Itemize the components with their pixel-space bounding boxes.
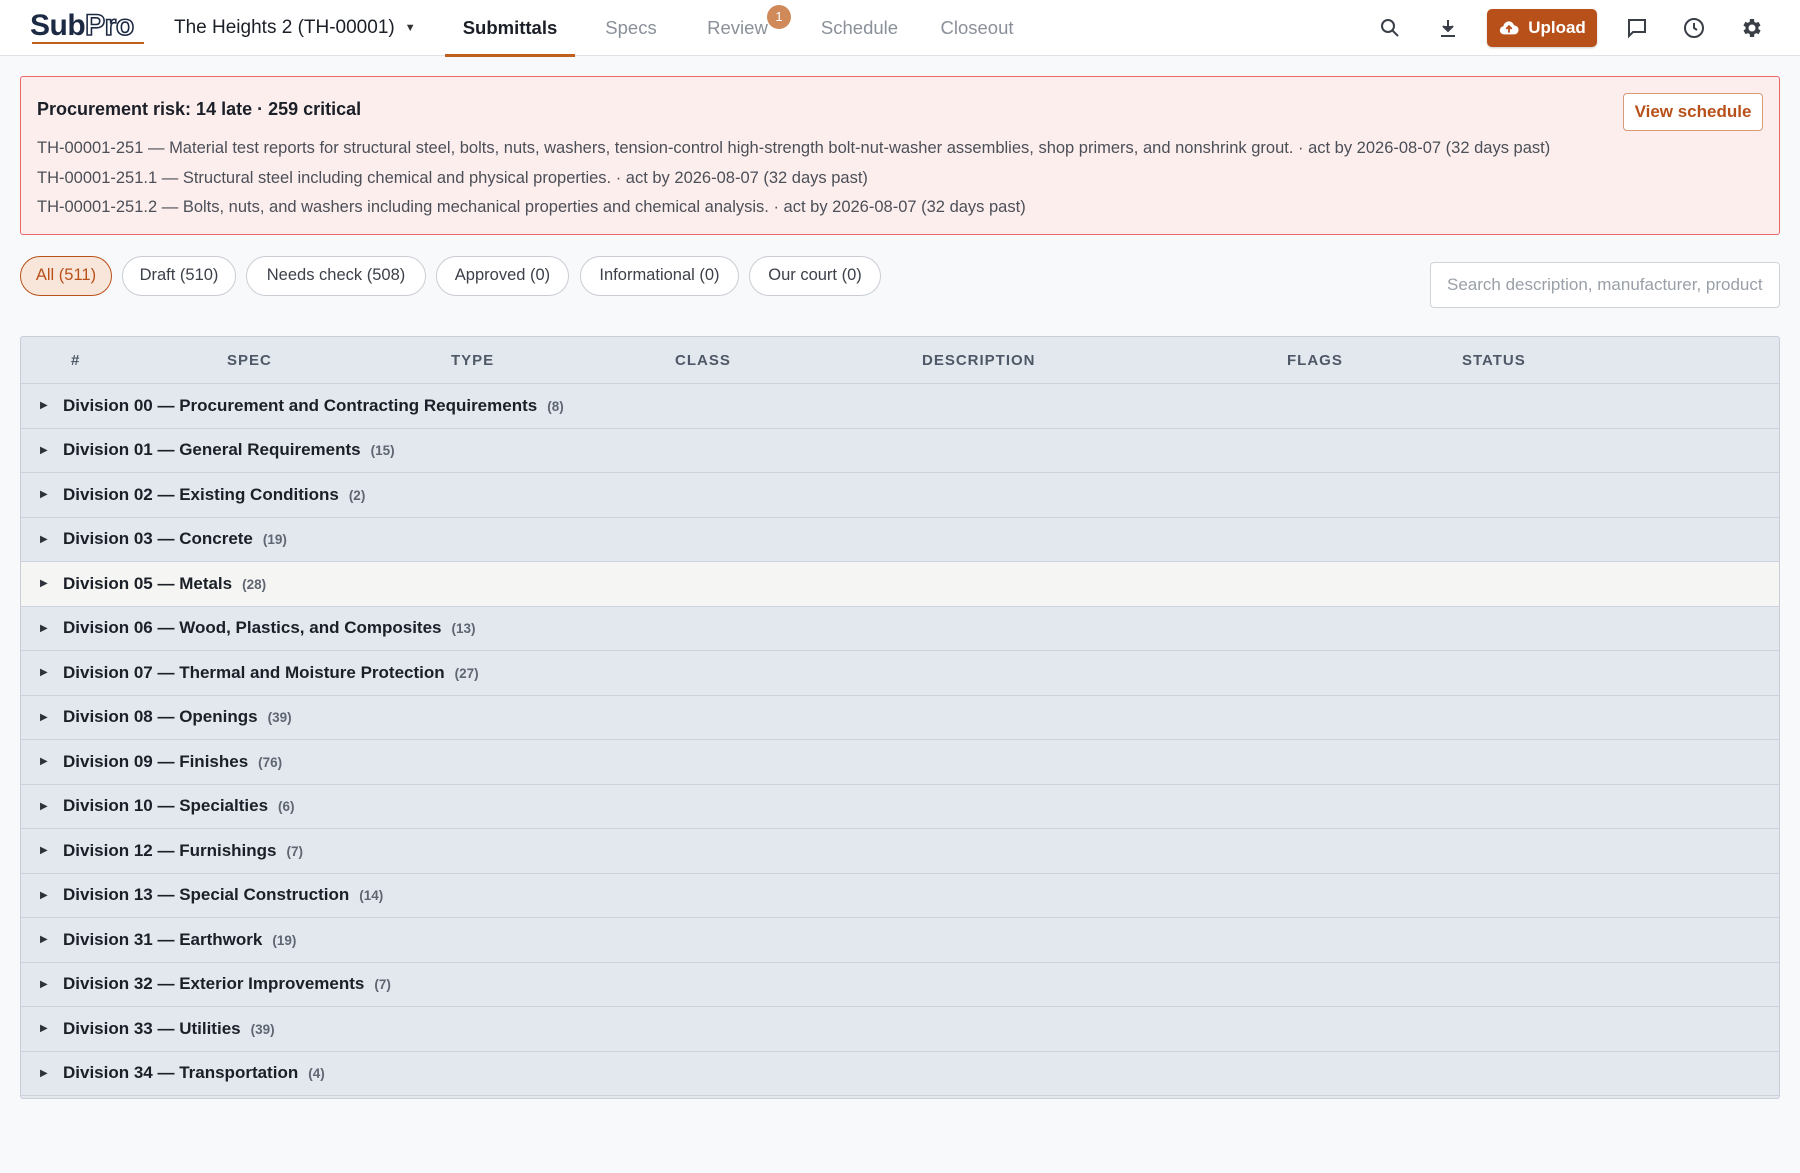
- logo[interactable]: SubPro: [30, 8, 144, 44]
- division-group-row[interactable]: ▶ Division 05 — Metals (28): [21, 562, 1779, 607]
- expand-icon[interactable]: ▶: [40, 934, 48, 945]
- expand-icon[interactable]: ▶: [40, 756, 48, 767]
- column-type[interactable]: TYPE: [451, 337, 494, 384]
- comment-icon[interactable]: [1622, 13, 1652, 43]
- division-group-row[interactable]: ▶ Division 12 — Furnishings (7): [21, 829, 1779, 874]
- filter-all[interactable]: All (511): [20, 256, 112, 296]
- division-group-row[interactable]: ▶ Division 10 — Specialties (6): [21, 785, 1779, 829]
- history-icon[interactable]: [1679, 13, 1709, 43]
- division-group-row[interactable]: ▶ Division 31 — Earthwork (19): [21, 918, 1779, 963]
- division-group-row[interactable]: ▶ Division 03 — Concrete (19): [21, 518, 1779, 562]
- tab-closeout[interactable]: Closeout: [934, 0, 1020, 56]
- review-count-badge: 1: [767, 5, 791, 29]
- division-group-row[interactable]: ▶ Division 08 — Openings (39): [21, 696, 1779, 740]
- expand-icon[interactable]: ▶: [40, 801, 48, 812]
- expand-icon[interactable]: ▶: [40, 489, 48, 500]
- expand-icon[interactable]: ▶: [40, 623, 48, 634]
- column-flags[interactable]: FLAGS: [1287, 337, 1343, 384]
- alert-title: Procurement risk: 14 late · 259 critical: [37, 99, 362, 119]
- expand-icon[interactable]: ▶: [40, 1023, 48, 1034]
- expand-icon[interactable]: ▶: [40, 667, 48, 678]
- column-spec[interactable]: SPEC: [227, 337, 272, 384]
- project-selector[interactable]: The Heights 2 (TH-00001) ▼: [174, 14, 416, 42]
- division-group-row[interactable]: ▶ Division 13 — Special Construction (14): [21, 874, 1779, 918]
- expand-icon[interactable]: ▶: [40, 1068, 48, 1079]
- column-description[interactable]: DESCRIPTION: [922, 337, 1036, 384]
- expand-icon[interactable]: ▶: [40, 534, 48, 545]
- expand-icon[interactable]: ▶: [40, 712, 48, 723]
- expand-icon[interactable]: ▶: [40, 890, 48, 901]
- settings-icon[interactable]: [1736, 13, 1766, 43]
- search-icon[interactable]: [1375, 13, 1405, 43]
- caret-down-icon: ▼: [404, 22, 416, 34]
- expand-icon[interactable]: ▶: [40, 400, 48, 411]
- division-group-row[interactable]: ▶ Division 01 — General Requirements (15): [21, 429, 1779, 473]
- filter-informational[interactable]: Informational (0): [580, 256, 739, 296]
- expand-icon[interactable]: ▶: [40, 578, 48, 589]
- upload-cloud-icon: [1500, 21, 1519, 35]
- procurement-risk-alert: Procurement risk: 14 late · 259 critical…: [20, 76, 1780, 235]
- division-group-row[interactable]: ▶ Division 00 — Procurement and Contracti…: [21, 384, 1779, 429]
- search-input[interactable]: [1430, 262, 1780, 308]
- filter-needs-check[interactable]: Needs check (508): [246, 256, 426, 296]
- view-schedule-button[interactable]: View schedule: [1623, 93, 1763, 131]
- division-group-row[interactable]: ▶ Division 09 — Finishes (76): [21, 740, 1779, 785]
- column-number[interactable]: #: [71, 337, 80, 384]
- division-group-row[interactable]: ▶ Division 34 — Transportation (4): [21, 1052, 1779, 1096]
- filter-approved[interactable]: Approved (0): [436, 256, 569, 296]
- filter-our-court[interactable]: Our court (0): [749, 256, 881, 296]
- table-header: # SPEC TYPE CLASS DESCRIPTION FLAGS STAT…: [21, 337, 1779, 384]
- column-class[interactable]: CLASS: [675, 337, 731, 384]
- expand-icon[interactable]: ▶: [40, 845, 48, 856]
- upload-button[interactable]: Upload: [1487, 9, 1597, 47]
- project-name: The Heights 2 (TH-00001): [174, 17, 395, 38]
- division-group-row[interactable]: ▶ Division 32 — Exterior Improvements (7): [21, 963, 1779, 1007]
- alert-line: TH-00001-251.1 — Structural steel includ…: [37, 169, 868, 187]
- tab-schedule[interactable]: Schedule: [812, 0, 907, 56]
- filter-draft[interactable]: Draft (510): [122, 256, 236, 296]
- division-group-row[interactable]: ▶ Division 33 — Utilities (39): [21, 1007, 1779, 1052]
- tab-submittals[interactable]: Submittals: [445, 0, 575, 57]
- logo-underline: [32, 42, 144, 44]
- alert-line: TH-00001-251.2 — Bolts, nuts, and washer…: [37, 198, 1026, 216]
- division-group-row[interactable]: ▶ Division 02 — Existing Conditions (2): [21, 473, 1779, 518]
- top-bar: SubPro The Heights 2 (TH-00001) ▼ Submit…: [0, 0, 1800, 57]
- expand-icon[interactable]: ▶: [40, 979, 48, 990]
- division-group-row[interactable]: ▶ Division 06 — Wood, Plastics, and Compo…: [21, 607, 1779, 651]
- column-status[interactable]: STATUS: [1462, 337, 1526, 384]
- download-icon[interactable]: [1433, 13, 1463, 43]
- tab-specs[interactable]: Specs: [596, 0, 666, 56]
- alert-line: TH-00001-251 — Material test reports for…: [37, 139, 1551, 157]
- submittals-table: # SPEC TYPE CLASS DESCRIPTION FLAGS STAT…: [20, 336, 1780, 1099]
- expand-icon[interactable]: ▶: [40, 445, 48, 456]
- division-group-row[interactable]: ▶ Division 07 — Thermal and Moisture Prot…: [21, 651, 1779, 696]
- tab-review[interactable]: Review: [700, 0, 775, 56]
